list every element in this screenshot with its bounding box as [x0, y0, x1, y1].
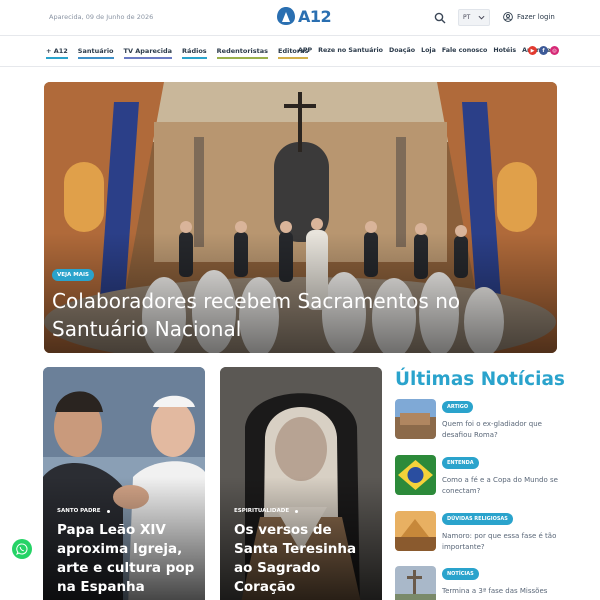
category-dot: [295, 509, 299, 513]
login-label: Fazer login: [517, 13, 555, 21]
news-thumbnail: [395, 399, 436, 439]
latest-news-title: Últimas Notícias: [395, 369, 565, 390]
top-header: Aparecida, 09 de Junho de 2026 A12 PT Fa…: [0, 0, 600, 36]
language-select[interactable]: PT: [458, 9, 490, 26]
social-links: ▶ f ◎: [528, 46, 559, 55]
nav-item-redentoristas[interactable]: Redentoristas: [216, 47, 268, 59]
news-badge[interactable]: NOTÍCIAS: [442, 568, 479, 580]
news-thumbnail-image: [395, 566, 436, 600]
card-category: SANTO PADRE: [57, 508, 110, 514]
card-category-label: ESPIRITUALIDADE: [234, 508, 290, 514]
search-icon[interactable]: [434, 12, 446, 24]
card-category: ESPIRITUALIDADE: [234, 508, 299, 514]
nav-link-reze[interactable]: Reze no Santuário: [318, 47, 383, 54]
nav-link-app[interactable]: APP: [298, 47, 312, 54]
news-badge[interactable]: DÚVIDAS RELIGIOSAS: [442, 513, 513, 525]
news-headline[interactable]: Termina a 3ª fase das Missões: [442, 586, 560, 597]
news-headline[interactable]: Quem foi o ex-gladiador que desafiou Rom…: [442, 419, 560, 440]
login-button[interactable]: Fazer login: [503, 12, 555, 22]
secondary-nav: APP Reze no Santuário Doação Loja Fale c…: [298, 47, 551, 54]
nav-link-hoteis[interactable]: Hotéis: [493, 47, 516, 54]
news-badge[interactable]: ENTENDA: [442, 457, 479, 469]
facebook-icon[interactable]: f: [539, 46, 548, 55]
latest-news-item[interactable]: DÚVIDAS RELIGIOSAS Namoro: por que essa …: [395, 511, 560, 556]
user-icon: [503, 12, 513, 22]
whatsapp-button[interactable]: [12, 539, 32, 559]
latest-news-item[interactable]: ARTIGO Quem foi o ex-gladiador que desaf…: [395, 399, 560, 444]
nav-item-a12[interactable]: + A12: [46, 47, 68, 59]
hero-feature[interactable]: VEJA MAIS Colaboradores recebem Sacramen…: [44, 82, 557, 353]
news-headline[interactable]: Namoro: por que essa fase é tão importan…: [442, 531, 560, 552]
primary-nav: + A12 Santuário TV Aparecida Rádios Rede…: [46, 47, 309, 59]
nav-link-fale-conosco[interactable]: Fale conosco: [442, 47, 487, 54]
nav-item-santuario[interactable]: Santuário: [77, 47, 114, 59]
instagram-icon[interactable]: ◎: [550, 46, 559, 55]
category-dot: [106, 509, 110, 513]
card-title[interactable]: Papa Leão XIV aproxima Igreja, arte e cu…: [57, 521, 201, 597]
news-thumbnail: [395, 566, 436, 600]
news-card[interactable]: SANTO PADRE Papa Leão XIV aproxima Igrej…: [43, 367, 205, 600]
news-thumbnail: [395, 511, 436, 551]
latest-news-item[interactable]: NOTÍCIAS Termina a 3ª fase das Missões: [395, 566, 560, 600]
youtube-icon[interactable]: ▶: [528, 46, 537, 55]
news-badge[interactable]: ARTIGO: [442, 401, 474, 413]
nav-item-radios[interactable]: Rádios: [182, 47, 207, 59]
nav-item-tv-aparecida[interactable]: TV Aparecida: [123, 47, 173, 59]
news-card[interactable]: ESPIRITUALIDADE Os versos de Santa Teres…: [220, 367, 382, 600]
card-title[interactable]: Os versos de Santa Teresinha ao Sagrado …: [234, 521, 378, 597]
news-headline[interactable]: Como a fé e a Copa do Mundo se conectam?: [442, 475, 560, 496]
card-category-label: SANTO PADRE: [57, 508, 101, 514]
main-nav: + A12 Santuário TV Aparecida Rádios Rede…: [0, 36, 600, 67]
whatsapp-icon: [16, 543, 28, 555]
logo-mark-icon: [277, 7, 295, 25]
nav-link-doacao[interactable]: Doação: [389, 47, 415, 54]
news-thumbnail-image: [395, 455, 436, 495]
nav-link-loja[interactable]: Loja: [421, 47, 436, 54]
logo-text: A12: [298, 6, 332, 26]
current-date: Aparecida, 09 de Junho de 2026: [49, 13, 154, 21]
news-thumbnail: [395, 455, 436, 495]
site-logo[interactable]: A12: [276, 6, 332, 26]
hero-badge[interactable]: VEJA MAIS: [52, 269, 94, 281]
latest-news-item[interactable]: ENTENDA Como a fé e a Copa do Mundo se c…: [395, 455, 560, 500]
language-value: PT: [463, 14, 471, 21]
news-thumbnail-image: [395, 511, 436, 551]
chevron-down-icon: [478, 15, 485, 20]
news-thumbnail-image: [395, 399, 436, 439]
hero-title[interactable]: Colaboradores recebem Sacramentos no San…: [52, 287, 522, 343]
